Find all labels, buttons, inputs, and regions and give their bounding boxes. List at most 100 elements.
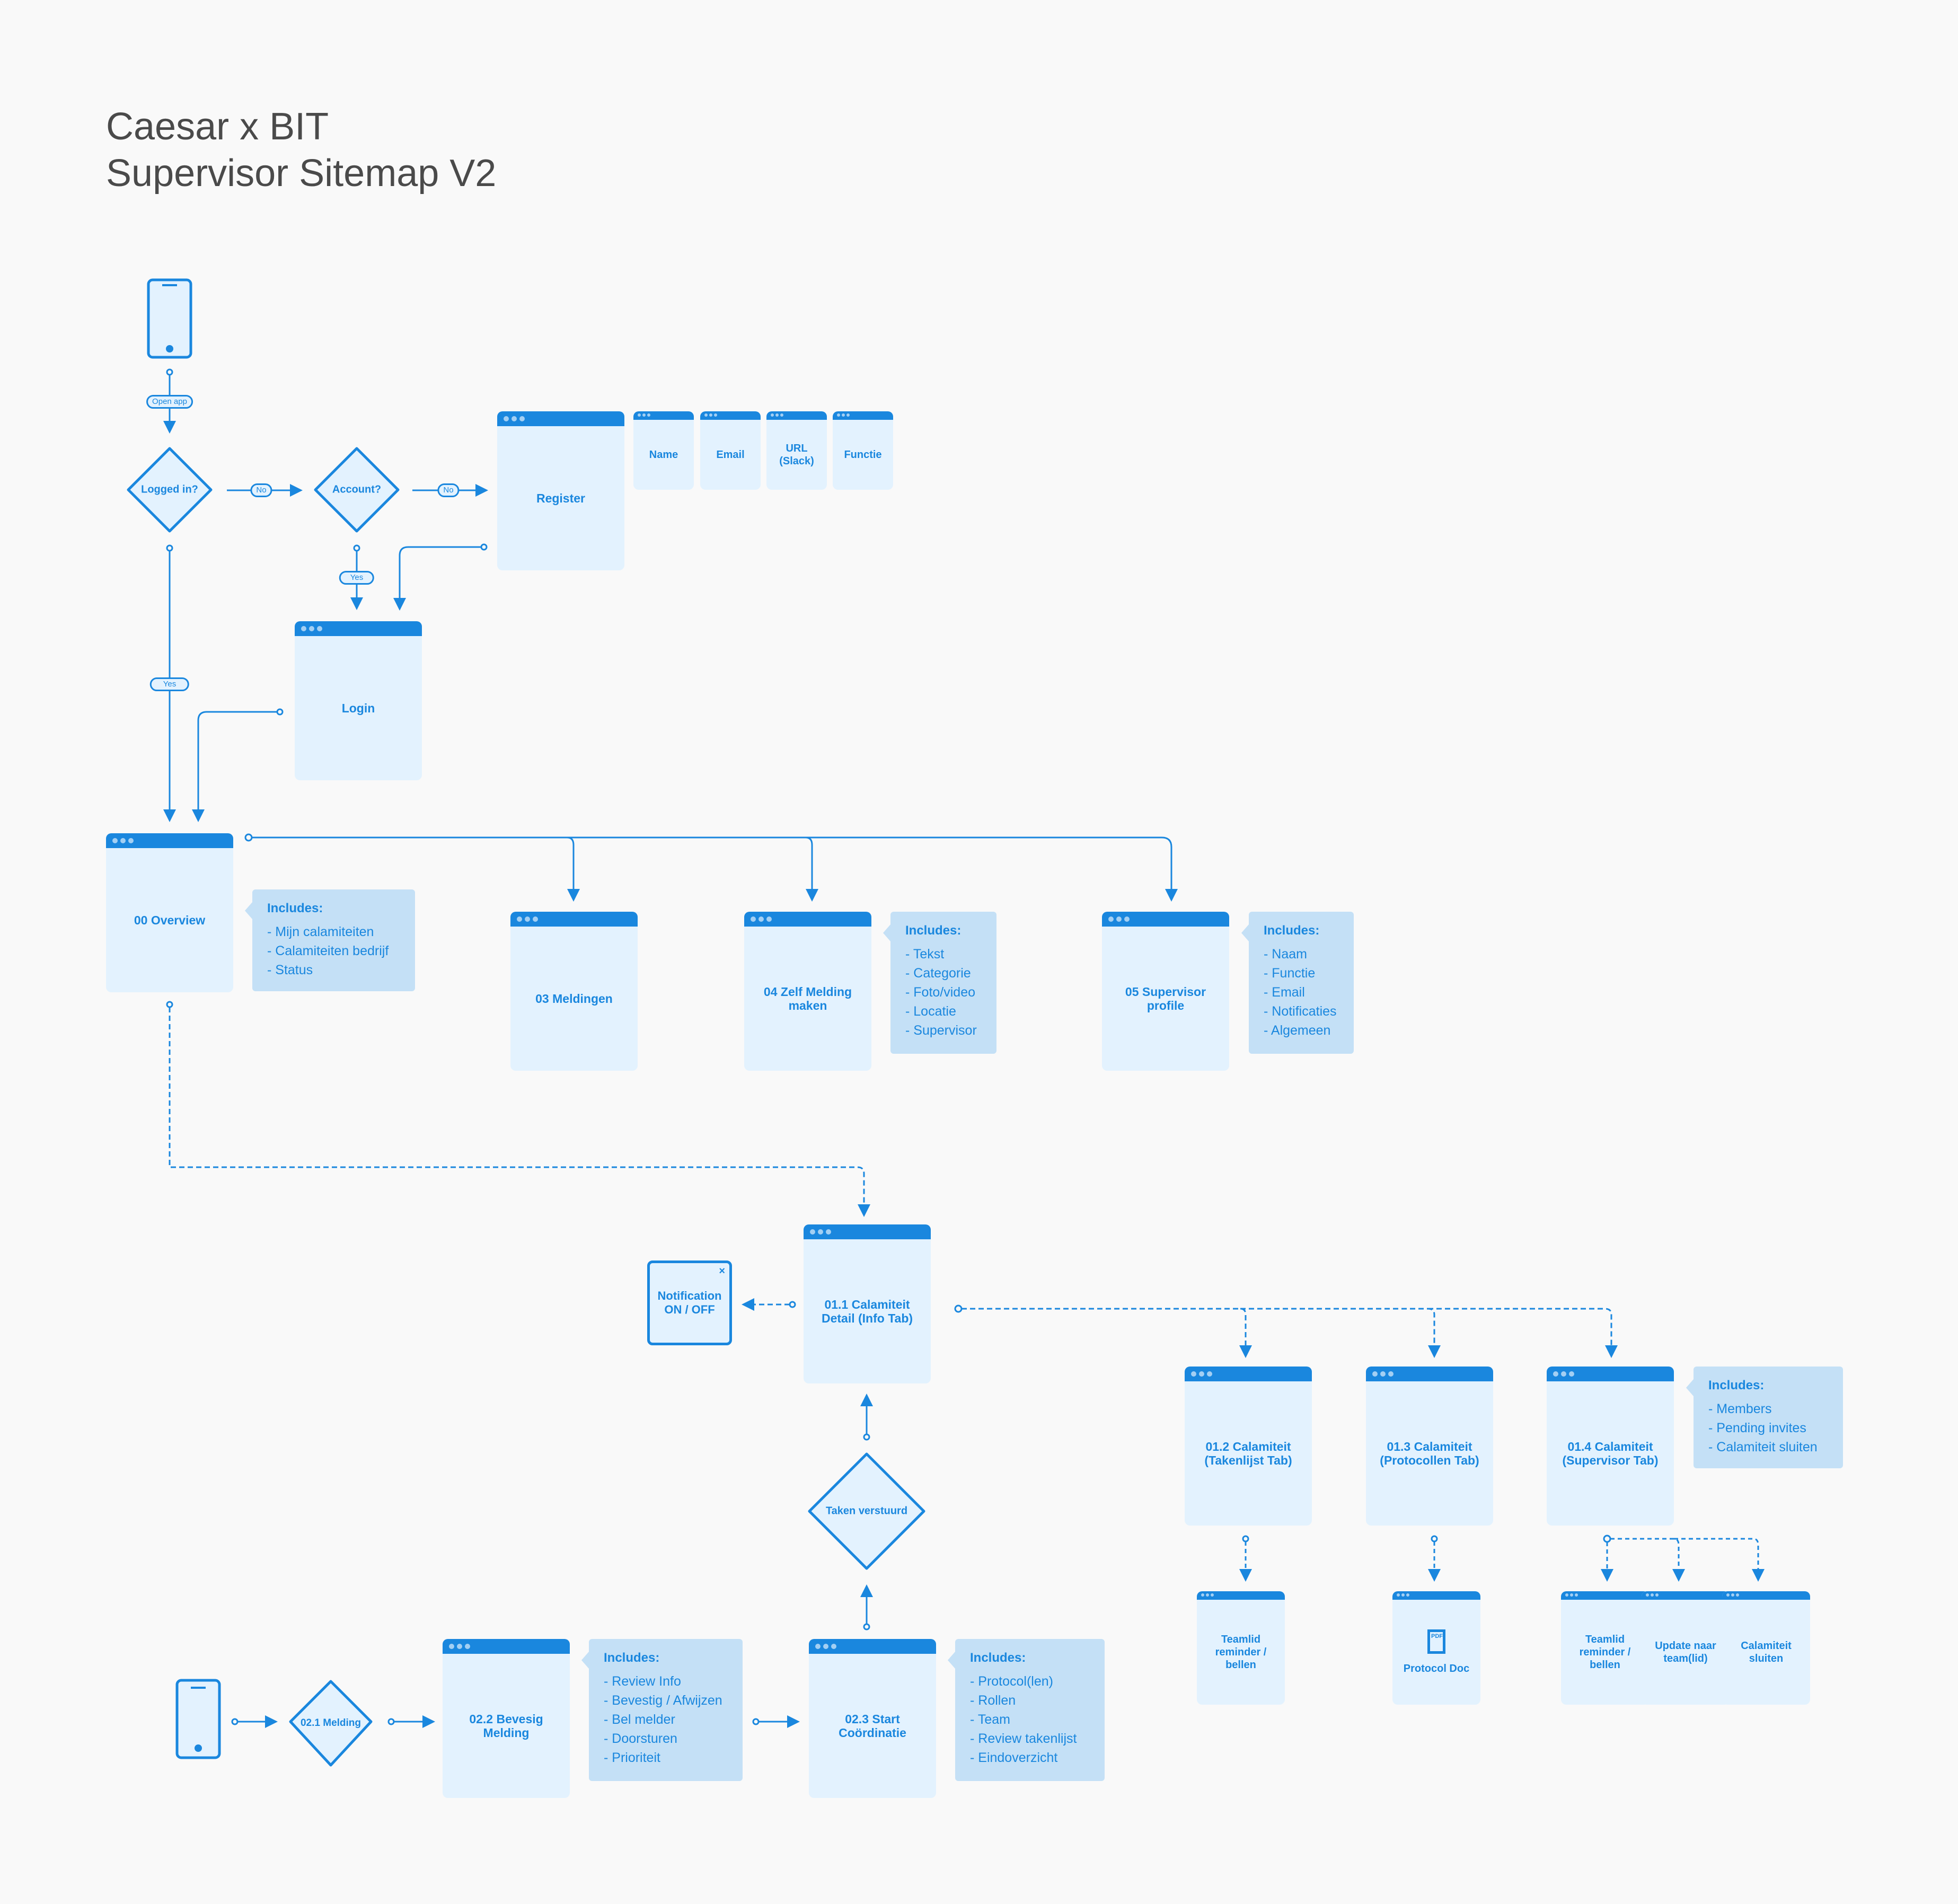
screen-field-functie[interactable]: Functie bbox=[833, 411, 893, 490]
field-functie-label: Functie bbox=[844, 449, 882, 461]
note-heading: Includes: bbox=[1264, 923, 1320, 938]
note-item: - Pending invites bbox=[1708, 1421, 1806, 1435]
screen-calamiteit-sluiten[interactable]: Calamiteit sluiten bbox=[1722, 1591, 1810, 1705]
note-item: - Foto/video bbox=[905, 985, 976, 1000]
decision-logged-in-label: Logged in? bbox=[141, 483, 198, 496]
screen-teamlid-reminder-1[interactable]: Teamlid reminder / bellen bbox=[1197, 1591, 1285, 1705]
note-item: - Locatie bbox=[905, 1004, 956, 1019]
screen-calamiteit-supervisor[interactable]: 01.4 Calamiteit (Supervisor Tab) bbox=[1547, 1367, 1674, 1526]
note-item: - Supervisor bbox=[905, 1023, 977, 1038]
screen-login-label: Login bbox=[341, 701, 375, 715]
note-item: - Rollen bbox=[970, 1693, 1016, 1708]
screen-protocol-doc-label: Protocol Doc bbox=[1403, 1663, 1470, 1674]
field-name-label: Name bbox=[649, 449, 678, 461]
note-item: - Review Info bbox=[604, 1674, 681, 1689]
screen-field-email[interactable]: Email bbox=[700, 411, 761, 490]
note-item: - Status bbox=[267, 963, 313, 977]
note-overview: Includes: - Mijn calamiteiten - Calamite… bbox=[245, 889, 415, 991]
note-item: - Categorie bbox=[905, 966, 971, 981]
connector-to-takenlijst bbox=[962, 1308, 1252, 1358]
screen-overview[interactable]: 00 Overview bbox=[106, 833, 233, 992]
note-item: - Functie bbox=[1264, 966, 1316, 981]
screen-supervisor-profile[interactable]: 05 Supervisor profile bbox=[1102, 912, 1229, 1071]
note-heading: Includes: bbox=[267, 901, 323, 915]
decision-taken-verstuurd-label: Taken verstuurd bbox=[825, 1505, 908, 1517]
pdf-file-icon: PDF bbox=[1427, 1629, 1445, 1654]
screen-calamiteit-takenlijst-label: 01.2 Calamiteit (Takenlijst Tab) bbox=[1204, 1440, 1292, 1467]
window-dots-icon bbox=[504, 416, 525, 421]
screen-register-label: Register bbox=[536, 491, 586, 505]
screen-teamlid-reminder-2-label: Teamlid reminder / bellen bbox=[1579, 1634, 1631, 1671]
note-heading: Includes: bbox=[905, 923, 962, 938]
edge-label-no-1: No bbox=[250, 483, 272, 497]
screen-meldingen[interactable]: 03 Meldingen bbox=[510, 912, 638, 1071]
note-item: - Mijn calamiteiten bbox=[267, 924, 374, 939]
note-item: - Calamiteiten bedrijf bbox=[267, 944, 389, 958]
note-item: - Email bbox=[1264, 985, 1305, 1000]
screen-login[interactable]: Login bbox=[295, 621, 422, 780]
screen-meldingen-label: 03 Meldingen bbox=[535, 992, 613, 1006]
connector-to-protocollen bbox=[1240, 1308, 1441, 1358]
connector-to-zelf-melding bbox=[567, 836, 818, 902]
note-item: - Algemeen bbox=[1264, 1023, 1331, 1038]
screen-update-team[interactable]: Update naar team(lid) bbox=[1642, 1591, 1730, 1705]
note-item: - Members bbox=[1708, 1401, 1772, 1416]
note-item: - Review takenlijst bbox=[970, 1731, 1077, 1746]
note-heading: Includes: bbox=[604, 1651, 660, 1665]
screen-start-coordinatie-label: 02.3 Start Coördinatie bbox=[839, 1712, 906, 1740]
connector-to-update-team bbox=[1610, 1538, 1685, 1582]
note-bevesig-melding: Includes: - Review Info - Bevestig / Afw… bbox=[581, 1639, 743, 1781]
note-item: - Calamiteit sluiten bbox=[1708, 1440, 1818, 1455]
field-email-label: Email bbox=[716, 449, 745, 461]
screen-calamiteit-info[interactable]: 01.1 Calamiteit Detail (Info Tab) bbox=[804, 1224, 931, 1383]
connector-to-calamiteit-sluiten bbox=[1674, 1538, 1765, 1582]
screen-start-coordinatie[interactable]: 02.3 Start Coördinatie bbox=[809, 1639, 936, 1798]
screen-register[interactable]: Register bbox=[497, 411, 624, 570]
decision-account-label: Account? bbox=[332, 483, 382, 496]
note-item: - Notificaties bbox=[1264, 1004, 1337, 1019]
screen-protocol-doc[interactable]: PDF Protocol Doc bbox=[1392, 1591, 1480, 1705]
screen-calamiteit-takenlijst[interactable]: 01.2 Calamiteit (Takenlijst Tab) bbox=[1185, 1367, 1312, 1526]
field-url-label: URL (Slack) bbox=[779, 443, 814, 467]
note-heading: Includes: bbox=[970, 1651, 1026, 1665]
note-heading: Includes: bbox=[1708, 1378, 1765, 1392]
screen-field-name[interactable]: Name bbox=[633, 411, 694, 490]
note-item: - Prioriteit bbox=[604, 1750, 660, 1765]
connector-to-supervisor-tab bbox=[1428, 1308, 1618, 1358]
connector-to-supervisor-profile bbox=[806, 836, 1178, 902]
note-item: - Bel melder bbox=[604, 1712, 675, 1727]
connector-start bbox=[166, 368, 173, 376]
screen-calamiteit-protocollen-label: 01.3 Calamiteit (Protocollen Tab) bbox=[1380, 1440, 1479, 1467]
screen-bevesig-melding-label: 02.2 Bevesig Melding bbox=[469, 1712, 543, 1740]
note-zelf-melding: Includes: - Tekst - Categorie - Foto/vid… bbox=[883, 912, 996, 1054]
note-item: - Bevestig / Afwijzen bbox=[604, 1693, 722, 1708]
screen-calamiteit-supervisor-label: 01.4 Calamiteit (Supervisor Tab) bbox=[1562, 1440, 1659, 1467]
screen-calamiteit-protocollen[interactable]: 01.3 Calamiteit (Protocollen Tab) bbox=[1366, 1367, 1493, 1526]
connector-login-overview bbox=[192, 711, 277, 822]
screen-update-team-label: Update naar team(lid) bbox=[1655, 1640, 1716, 1664]
close-icon[interactable]: × bbox=[719, 1264, 725, 1278]
notification-line-1: Notification bbox=[657, 1289, 722, 1302]
note-item: - Tekst bbox=[905, 947, 945, 962]
screen-zelf-melding[interactable]: 04 Zelf Melding maken bbox=[744, 912, 871, 1071]
edge-label-open-app: Open app bbox=[146, 395, 193, 409]
screen-overview-label: 00 Overview bbox=[134, 913, 206, 927]
edge-label-no-2: No bbox=[437, 483, 460, 497]
connector-register-login bbox=[393, 546, 481, 611]
mobile-phone-icon bbox=[147, 278, 192, 359]
screen-calamiteit-sluiten-label: Calamiteit sluiten bbox=[1741, 1640, 1792, 1664]
screen-zelf-melding-label: 04 Zelf Melding maken bbox=[763, 985, 852, 1012]
screen-teamlid-reminder-2[interactable]: Teamlid reminder / bellen bbox=[1561, 1591, 1649, 1705]
note-item: - Protocol(len) bbox=[970, 1674, 1053, 1689]
notification-line-2: ON / OFF bbox=[664, 1303, 715, 1316]
note-item: - Doorsturen bbox=[604, 1731, 677, 1746]
screen-bevesig-melding[interactable]: 02.2 Bevesig Melding bbox=[443, 1639, 570, 1798]
screen-calamiteit-info-label: 01.1 Calamiteit Detail (Info Tab) bbox=[821, 1298, 913, 1325]
note-item: - Eindoverzicht bbox=[970, 1750, 1058, 1765]
notification-toggle[interactable]: × Notification ON / OFF bbox=[647, 1260, 732, 1345]
note-item: - Naam bbox=[1264, 947, 1307, 962]
mobile-phone-icon-2 bbox=[175, 1679, 221, 1759]
note-start-coordinatie: Includes: - Protocol(len) - Rollen - Tea… bbox=[948, 1639, 1105, 1781]
screen-field-url[interactable]: URL (Slack) bbox=[766, 411, 827, 490]
edge-label-yes-logged: Yes bbox=[149, 677, 190, 691]
